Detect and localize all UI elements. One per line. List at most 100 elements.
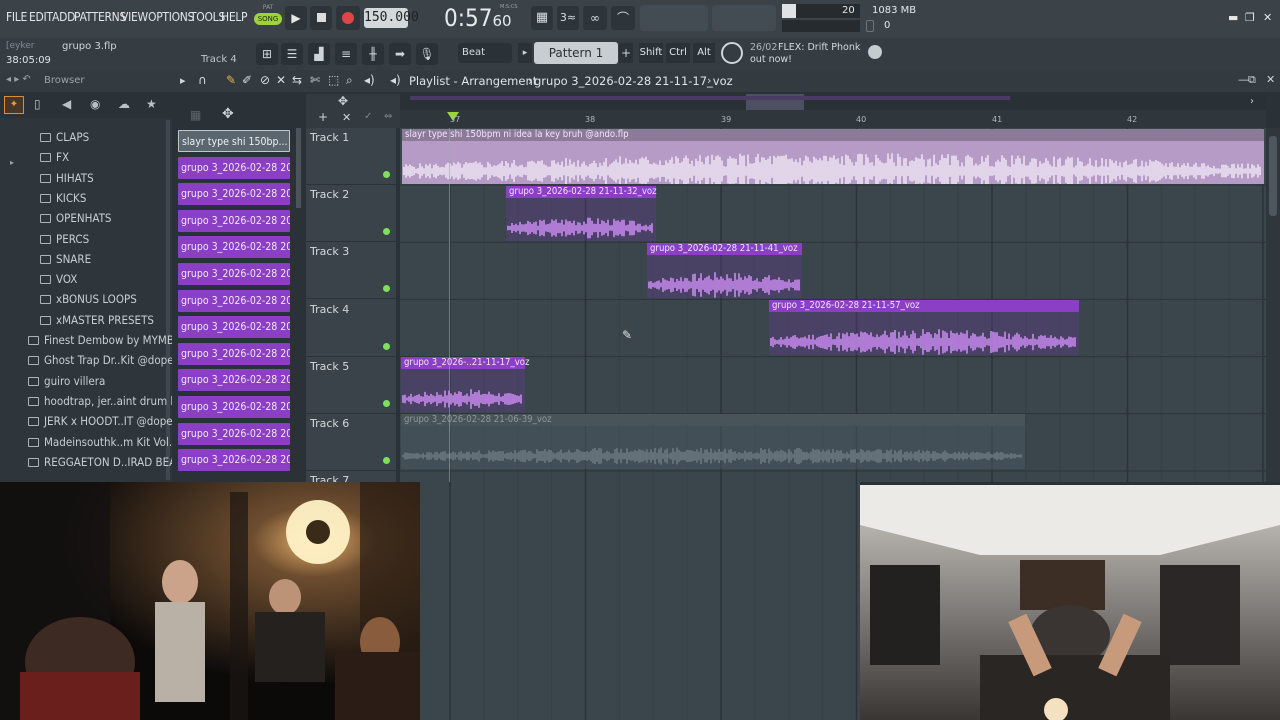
ctrl-button[interactable]: Ctrl — [666, 43, 690, 63]
slice-icon[interactable]: ✄ — [310, 73, 320, 87]
breadcrumb-chevron-icon[interactable]: › — [707, 74, 711, 87]
menu-add[interactable]: ADD — [52, 10, 75, 24]
microphone-icon[interactable]: 🎙 — [416, 43, 438, 65]
track-move-icon[interactable]: ✥ — [338, 94, 348, 108]
add-track-icon[interactable]: + — [318, 110, 328, 124]
clip-source-button[interactable]: grupo 3_2026-02-28 20-... — [178, 369, 290, 392]
play-button[interactable]: ▶ — [285, 6, 307, 30]
clip-source-button[interactable]: grupo 3_2026-02-28 20-... — [178, 316, 290, 339]
tempo-display[interactable]: 150.000 — [364, 8, 419, 28]
track-mute-led[interactable] — [383, 171, 390, 178]
overview-scroll-right-icon[interactable]: › — [1250, 96, 1262, 108]
browser-folder-item[interactable]: KICKS — [0, 191, 172, 211]
audio-clip-track3[interactable]: grupo 3_2026-02-28 21-11-41_voz — [647, 243, 802, 298]
browser-folder-item[interactable]: REGGAETON D..IRAD BEATS — [0, 455, 172, 475]
song-time-display[interactable]: 0:5760 M:S:CS — [444, 4, 520, 34]
track-link-icon[interactable]: ⇔ — [384, 111, 392, 122]
track-mute-led[interactable] — [383, 228, 390, 236]
clip-list-scrollbar[interactable] — [296, 128, 301, 208]
clip-source-button[interactable]: grupo 3_2026-02-28 20-... — [178, 209, 290, 232]
pencil-icon[interactable]: ✎ — [226, 73, 236, 87]
menu-view[interactable]: VIEW — [121, 10, 148, 24]
bar-ruler[interactable]: 37 38 39 40 41 42 — [400, 110, 1266, 128]
track-header[interactable]: Track 2 — [306, 185, 396, 243]
track-mute-led[interactable] — [383, 399, 390, 407]
star-tab-icon[interactable]: ★ — [146, 97, 157, 111]
menu-patterns[interactable]: PATTERNS — [74, 10, 126, 24]
clip-source-button[interactable]: grupo 3_2026-02-28 20-... — [178, 422, 290, 445]
browser-folder-item[interactable]: Ghost Trap Dr..Kit @dopekit — [0, 353, 172, 373]
magnet-icon[interactable]: ∩ — [198, 73, 207, 87]
speaker-tab-icon[interactable]: ◀ — [62, 97, 71, 111]
browser-folder-item[interactable]: guiro villera — [0, 374, 172, 394]
alt-button[interactable]: Alt — [693, 43, 715, 63]
snap-select[interactable]: Beat — [458, 43, 512, 63]
browser-nav-icon[interactable]: ◂ ▸ ↶ — [6, 74, 31, 85]
browser-folder-item[interactable]: JERK x HOODT..IT @dopekit — [0, 414, 172, 434]
cloud-tab-icon[interactable]: ☁ — [118, 97, 130, 111]
clip-source-button[interactable]: slayr type shi 150bp... — [178, 130, 290, 152]
play-arrow-icon[interactable]: ▸ — [518, 43, 532, 63]
metronome-icon[interactable]: ▦ — [531, 6, 553, 30]
track-mute-led[interactable] — [383, 285, 390, 293]
browser-folder-item[interactable]: CLAPS — [0, 130, 172, 150]
track-mute-led[interactable] — [383, 342, 390, 350]
clip-source-button[interactable]: grupo 3_2026-02-28 20-... — [178, 236, 290, 259]
playlist-grid-lower[interactable] — [420, 482, 860, 720]
playlist-icon[interactable]: ☰ — [281, 43, 303, 65]
menu-tools[interactable]: TOOLS — [190, 10, 225, 24]
clip-source-button[interactable]: grupo 3_2026-02-28 20-... — [178, 183, 290, 206]
speaker-icon[interactable]: ◂) — [390, 73, 401, 87]
remove-track-icon[interactable]: ✕ — [342, 111, 351, 124]
step-edit-icon[interactable]: ⌒ — [611, 6, 635, 30]
menu-edit[interactable]: EDIT — [29, 10, 53, 24]
stop-button[interactable] — [310, 6, 332, 30]
expand-arrow-icon[interactable]: ▸ — [10, 158, 14, 167]
track-header[interactable]: Track 4 — [306, 300, 396, 357]
channel-rack-icon[interactable]: ≡ — [335, 43, 357, 65]
news-icon[interactable] — [721, 42, 743, 64]
audio-clip-track6-muted[interactable]: grupo 3_2026-02-28 21-06-39_voz — [401, 414, 1025, 469]
globe-icon[interactable] — [868, 45, 882, 59]
files-tab-icon[interactable]: ▯ — [34, 97, 41, 111]
playlist-close-icon[interactable]: ✕ — [1266, 73, 1275, 86]
browser-folder-item[interactable]: hoodtrap, jer..aint drum kit — [0, 394, 172, 414]
track-header[interactable]: Track 5 — [306, 357, 396, 414]
clip-source-button[interactable]: grupo 3_2026-02-28 20-... — [178, 263, 290, 285]
audio-clip-track4[interactable]: grupo 3_2026-02-28 21-11-57_voz — [769, 300, 1079, 355]
menu-help[interactable]: HELP — [221, 10, 248, 24]
shift-button[interactable]: Shift — [639, 43, 663, 63]
audio-clip-track5[interactable]: grupo 3_2026-..21-11-17_voz — [401, 357, 530, 412]
playlist-arrow-icon[interactable]: ▸ — [180, 74, 186, 87]
all-tab-icon[interactable]: ✦ — [4, 96, 24, 114]
scroll-thumb[interactable] — [1269, 136, 1277, 216]
browser-folder-item[interactable]: OPENHATS — [0, 211, 172, 231]
add-pattern-icon[interactable]: + — [619, 43, 633, 63]
playlist-restore-icon[interactable]: ⧉ — [1248, 73, 1256, 87]
track-header[interactable]: Track 3 — [306, 242, 396, 300]
pattern-select[interactable]: Pattern 1 — [534, 42, 618, 64]
clip-source-button[interactable]: grupo 3_2026-02-28 20-... — [178, 342, 290, 365]
playback-icon[interactable]: ◂) — [364, 73, 375, 87]
select-icon[interactable]: ⬚ — [328, 73, 339, 87]
minimize-icon[interactable]: ▬ — [1228, 12, 1240, 24]
restore-icon[interactable]: ❐ — [1245, 12, 1257, 24]
audio-clip-track2[interactable]: grupo 3_2026-02-28 21-11-32_voz — [506, 186, 657, 241]
track-mute-led[interactable] — [383, 457, 390, 464]
browser-folder-item[interactable]: Finest Dembow by MYMBA — [0, 333, 172, 353]
browser-folder-item[interactable]: xBONUS LOOPS — [0, 292, 172, 312]
slip-icon[interactable]: ⇆ — [292, 73, 302, 87]
loop-record-icon[interactable]: ∞ — [583, 6, 607, 30]
clip-source-button[interactable]: grupo 3_2026-02-28 20-... — [178, 289, 290, 312]
browser-folder-item[interactable]: xMASTER PRESETS — [0, 313, 172, 333]
track-header[interactable]: Track 6 — [306, 414, 396, 471]
audio-clip-track1[interactable]: slayr type shi 150bpm ni idea la key bru… — [402, 129, 1264, 184]
clip-source-button[interactable]: grupo 3_2026-02-28 20-... — [178, 156, 290, 179]
browser-folder-item[interactable]: SNARE — [0, 252, 172, 272]
close-icon[interactable]: ✕ — [1263, 12, 1275, 24]
browser-folder-item[interactable]: PERCS — [0, 232, 172, 252]
browser-folder-item[interactable]: HIHATS — [0, 171, 172, 191]
mixer-icon[interactable]: ╫ — [362, 43, 384, 65]
plugin-tab-icon[interactable]: ◉ — [90, 97, 100, 111]
snap-tool-icon[interactable]: ⊞ — [256, 43, 278, 65]
